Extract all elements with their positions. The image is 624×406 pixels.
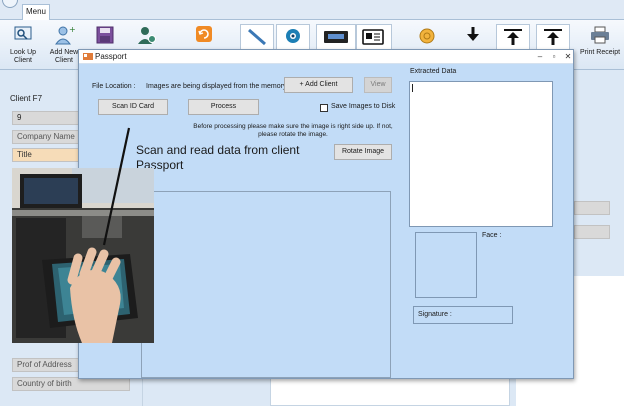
svg-text:+: + (69, 25, 75, 34)
scanner-pen-icon (248, 28, 266, 46)
add-client-button[interactable]: + Add Client (284, 77, 353, 93)
passport-window-icon (83, 53, 93, 60)
user-gear-icon (138, 27, 156, 44)
passport-scanner-illustration (12, 168, 154, 343)
file-location-label: File Location : (92, 83, 136, 90)
extracted-data-label: Extracted Data (410, 68, 457, 75)
dialog-title: Passport (95, 52, 127, 61)
tab-menu[interactable]: Menu (22, 4, 50, 20)
download-arrow-icon (467, 27, 479, 41)
view-button[interactable]: View (364, 77, 392, 93)
add-user-icon: + (55, 25, 75, 45)
minimize-icon[interactable]: – (535, 51, 545, 62)
signature-box: Signature : (413, 306, 513, 324)
annotation-caption: Scan and read data from client Passport (136, 143, 299, 173)
add-new-client-button[interactable]: + Add New Client (46, 23, 82, 67)
rotate-instruction-text: Before processing please make sure the i… (193, 123, 393, 138)
memory-status-text: Images are being displayed from the memo… (146, 83, 287, 90)
coin-icon (419, 28, 435, 44)
face-image-box (415, 232, 477, 298)
close-icon[interactable]: ✕ (563, 51, 573, 62)
client-panel-header: Client F7 (10, 94, 43, 103)
printer-icon (591, 26, 609, 44)
upload-tray-icon (544, 29, 562, 45)
id-card-icon (362, 29, 384, 45)
scanner-photo (12, 168, 154, 343)
extracted-data-textbox[interactable] (409, 81, 553, 227)
right-field-1[interactable] (574, 201, 610, 215)
floppy-disk-icon (96, 26, 114, 44)
refresh-icon (196, 26, 212, 42)
print-receipt-label: Print Receipt (579, 49, 621, 56)
print-receipt-button[interactable]: Print Receipt (578, 23, 622, 67)
card-reader-icon (324, 31, 348, 43)
look-up-client-label: Look Up Client (9, 49, 37, 64)
add-new-client-label: Add New Client (49, 49, 79, 64)
annotation-line-1: Scan and read data from client (136, 143, 300, 157)
scan-id-card-button[interactable]: Scan ID Card (98, 99, 168, 115)
face-label: Face : (482, 232, 502, 239)
lower-content-area (270, 378, 510, 406)
webcam-icon (286, 29, 300, 43)
rotate-image-button[interactable]: Rotate Image (334, 144, 392, 160)
annotation-line-2: Passport (136, 158, 184, 172)
signature-label: Signature : (418, 311, 452, 318)
save-images-label: Save Images to Disk (331, 103, 396, 110)
text-caret (412, 84, 413, 92)
maximize-icon[interactable]: ▫ (549, 51, 559, 62)
right-field-2[interactable] (574, 225, 610, 239)
app-title-bar: Menu (0, 0, 624, 20)
save-images-checkbox[interactable] (320, 104, 328, 112)
upload-tray-icon (504, 29, 522, 45)
look-up-icon (14, 26, 32, 40)
app-menu-orb[interactable] (2, 0, 18, 8)
look-up-client-button[interactable]: Look Up Client (4, 23, 42, 67)
dialog-title-bar[interactable]: Passport – ▫ ✕ (79, 50, 573, 64)
country-of-birth-field[interactable]: Country of birth (12, 377, 130, 391)
process-button[interactable]: Process (188, 99, 259, 115)
scanned-image-area (141, 191, 391, 378)
